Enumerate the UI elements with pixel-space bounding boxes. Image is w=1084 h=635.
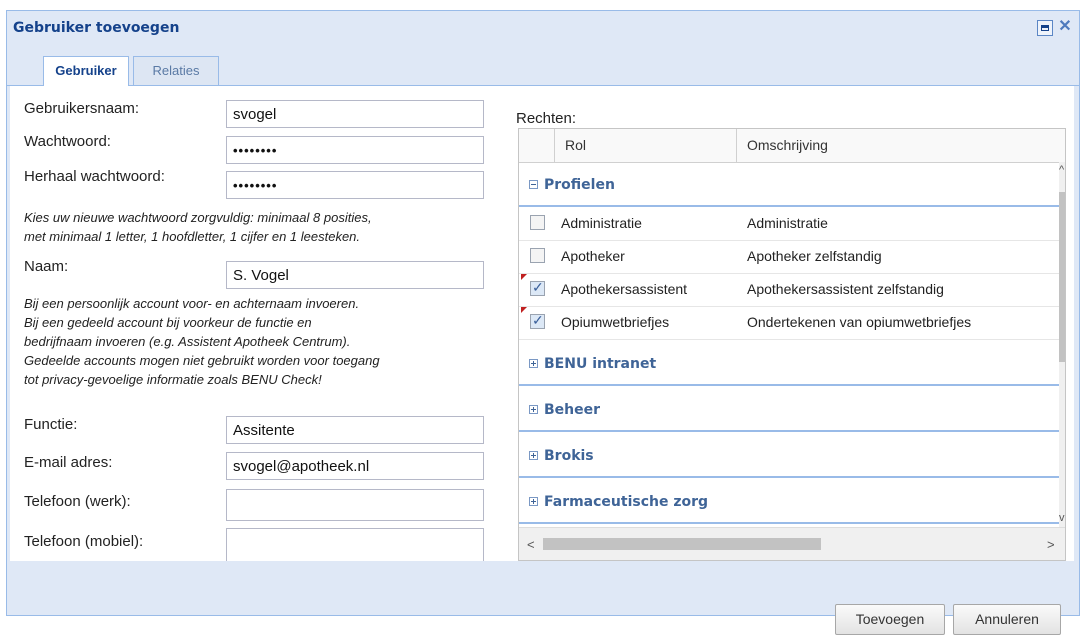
scroll-left-icon[interactable]: < xyxy=(527,537,535,552)
name-hint: Bij een persoonlijk account voor- en ach… xyxy=(24,294,380,389)
name-label: Naam: xyxy=(24,258,69,275)
name-hint-line: Bij een persoonlijk account voor- en ach… xyxy=(24,296,360,311)
role-cell: Administratie xyxy=(561,215,642,231)
description-cell: Ondertekenen van opiumwetbriefjes xyxy=(747,314,972,330)
group-title-text: Profielen xyxy=(544,177,615,193)
email-label: E-mail adres: xyxy=(24,454,113,471)
maximize-icon[interactable] xyxy=(1037,20,1053,36)
group-title-text: Beheer xyxy=(544,402,601,418)
scroll-right-icon[interactable]: > xyxy=(1047,537,1055,552)
group-header-brokis[interactable]: Brokis xyxy=(519,433,1059,478)
table-row[interactable]: Apothekersassistent Apothekersassistent … xyxy=(519,273,1059,307)
scroll-up-icon[interactable]: ^ xyxy=(1059,164,1064,176)
dirty-marker-icon xyxy=(521,307,527,313)
group-title-text: Farmaceutische zorg xyxy=(544,494,709,510)
password-hint-line: Kies uw nieuwe wachtwoord zorgvuldig: mi… xyxy=(24,210,372,225)
vertical-scroll-thumb[interactable] xyxy=(1059,192,1065,362)
description-cell: Apothekersassistent zelfstandig xyxy=(747,281,944,297)
tab-strip: Gebruiker Relaties xyxy=(7,56,1079,86)
password-hint: Kies uw nieuwe wachtwoord zorgvuldig: mi… xyxy=(24,208,372,246)
group-header-farmaceutische-zorg[interactable]: Farmaceutische zorg xyxy=(519,479,1059,524)
rights-grid: Rol Omschrijving Profielen Administratie… xyxy=(518,128,1066,561)
name-hint-line: tot privacy-gevoelige informatie zoals B… xyxy=(24,372,322,387)
group-header-beheer[interactable]: Beheer xyxy=(519,387,1059,432)
expand-icon[interactable] xyxy=(529,497,538,506)
checkbox[interactable] xyxy=(530,279,545,296)
group-header-profielen[interactable]: Profielen xyxy=(519,162,1059,207)
close-icon[interactable]: ✕ xyxy=(1057,19,1073,36)
function-label: Functie: xyxy=(24,416,78,433)
name-hint-line: bedrijfnaam invoeren (e.g. Assistent Apo… xyxy=(24,334,351,349)
expand-icon[interactable] xyxy=(529,405,538,414)
role-cell: Apothekersassistent xyxy=(561,281,688,297)
phone-mobile-label: Telefoon (mobiel): xyxy=(24,533,144,550)
group-title-text: Brokis xyxy=(544,448,594,464)
phone-work-field[interactable] xyxy=(226,489,484,521)
password-repeat-field[interactable]: •••••••• xyxy=(226,171,484,199)
table-row[interactable]: Administratie Administratie xyxy=(519,207,1059,241)
grid-header: Rol Omschrijving xyxy=(519,129,1065,163)
description-cell: Apotheker zelfstandig xyxy=(747,248,882,264)
tab-relaties[interactable]: Relaties xyxy=(133,56,219,85)
group-title: Profielen xyxy=(529,177,615,193)
group-title: Brokis xyxy=(529,448,594,464)
scroll-down-icon[interactable]: v xyxy=(1059,512,1065,524)
table-row[interactable]: Apotheker Apotheker zelfstandig xyxy=(519,240,1059,274)
table-row[interactable]: Opiumwetbriefjes Ondertekenen van opiumw… xyxy=(519,306,1059,340)
name-hint-line: Bij een gedeeld account bij voorkeur de … xyxy=(24,315,312,330)
collapse-icon[interactable] xyxy=(529,180,538,189)
username-field[interactable]: svogel xyxy=(226,100,484,128)
phone-mobile-field[interactable] xyxy=(226,528,484,561)
role-cell: Opiumwetbriefjes xyxy=(561,314,670,330)
group-title: Farmaceutische zorg xyxy=(529,494,708,510)
rights-label: Rechten: xyxy=(516,110,577,127)
description-cell: Administratie xyxy=(747,215,828,231)
password-label: Wachtwoord: xyxy=(24,133,111,150)
group-header-benu-intranet[interactable]: BENU intranet xyxy=(519,341,1059,386)
username-label: Gebruikersnaam: xyxy=(24,100,140,117)
group-title: Beheer xyxy=(529,402,600,418)
checkbox[interactable] xyxy=(530,215,545,230)
horizontal-scroll-thumb[interactable] xyxy=(543,538,821,550)
name-field[interactable]: S. Vogel xyxy=(226,261,484,289)
dialog-title: Gebruiker toevoegen xyxy=(13,20,180,36)
checkbox[interactable] xyxy=(530,248,545,263)
function-field[interactable]: Assitente xyxy=(226,416,484,444)
role-cell: Apotheker xyxy=(561,248,625,264)
expand-icon[interactable] xyxy=(529,359,538,368)
horizontal-scrollbar[interactable]: < > xyxy=(519,527,1065,560)
email-field[interactable]: svogel@apotheek.nl xyxy=(226,452,484,480)
tab-panel: Gebruikersnaam: svogel Wachtwoord: •••••… xyxy=(10,86,1074,561)
name-hint-line: Gedeelde accounts mogen niet gebruikt wo… xyxy=(24,353,380,368)
vertical-scrollbar[interactable]: ^ v xyxy=(1059,162,1065,527)
password-hint-line: met minimaal 1 letter, 1 hoofdletter, 1 … xyxy=(24,229,361,244)
checkbox-column-header xyxy=(519,129,555,162)
title-bar[interactable]: Gebruiker toevoegen ✕ xyxy=(7,11,1079,45)
password-field[interactable]: •••••••• xyxy=(226,136,484,164)
checkbox[interactable] xyxy=(530,312,545,329)
group-title-text: BENU intranet xyxy=(544,356,657,372)
group-title: BENU intranet xyxy=(529,356,656,372)
column-header-description[interactable]: Omschrijving xyxy=(737,129,1065,162)
column-header-role[interactable]: Rol xyxy=(555,129,737,162)
tab-gebruiker[interactable]: Gebruiker xyxy=(43,56,129,86)
expand-icon[interactable] xyxy=(529,451,538,460)
dirty-marker-icon xyxy=(521,274,527,280)
cancel-button[interactable]: Annuleren xyxy=(953,604,1061,635)
password-repeat-label: Herhaal wachtwoord: xyxy=(24,168,165,185)
phone-work-label: Telefoon (werk): xyxy=(24,493,131,510)
dialog-window: Gebruiker toevoegen ✕ Gebruiker Relaties… xyxy=(6,10,1080,635)
add-button[interactable]: Toevoegen xyxy=(835,604,945,635)
